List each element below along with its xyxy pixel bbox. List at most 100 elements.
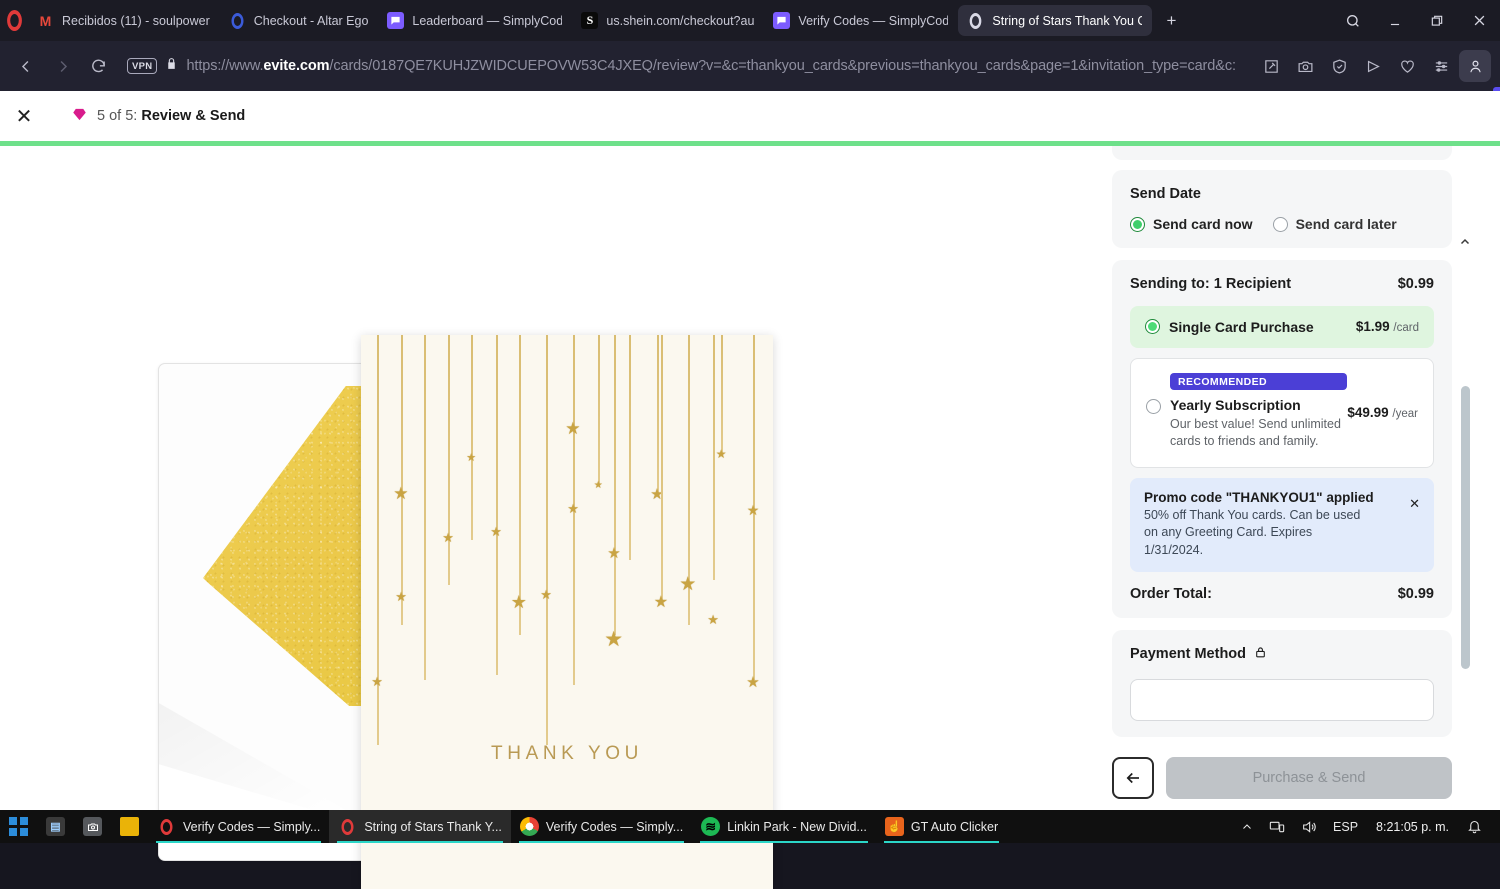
forward-nav-icon[interactable] <box>45 49 79 83</box>
taskbar-camera[interactable] <box>74 810 111 843</box>
radio-indicator <box>1130 216 1145 232</box>
reload-icon[interactable] <box>81 49 115 83</box>
card-greeting-text: THANK YOU <box>491 743 643 764</box>
tab-title: us.shein.com/checkout?au <box>606 13 755 28</box>
promo-title: Promo code "THANKYOU1" applied <box>1144 489 1374 505</box>
clock[interactable]: 8:21:05 p. m. <box>1366 820 1459 834</box>
browser-tab[interactable]: Leaderboard — SimplyCod <box>378 5 572 36</box>
chevron-up-icon[interactable] <box>1233 810 1261 843</box>
star-glyph: ★ <box>679 574 697 595</box>
taskbar-item-label: Verify Codes — Simply... <box>545 819 684 834</box>
radio-send-card-now[interactable]: Send card now <box>1130 216 1253 232</box>
payment-method-label: Payment Method <box>1130 646 1247 663</box>
browser-tab[interactable]: S us.shein.com/checkout?au <box>572 5 764 36</box>
shein-icon: S <box>581 12 599 29</box>
payment-method-input[interactable] <box>1130 678 1434 721</box>
browser-tab[interactable]: Checkout - Altar Ego <box>220 5 379 36</box>
browser-tab[interactable]: Verify Codes — SimplyCod <box>764 5 958 36</box>
vpn-badge[interactable]: VPN <box>127 58 158 74</box>
sidebar-scroll-region[interactable]: Send Date Send card now Send card later <box>1100 146 1500 746</box>
radio-indicator <box>1272 216 1288 232</box>
opera-logo-icon <box>0 0 28 41</box>
tab-title: String of Stars Thank You C <box>992 13 1143 28</box>
profile-icon[interactable] <box>1459 50 1491 82</box>
language-indicator[interactable]: ESP <box>1325 810 1366 843</box>
address-bar-icons <box>1255 50 1491 82</box>
star-glyph: ★ <box>395 589 407 604</box>
volume-icon[interactable] <box>1293 810 1325 843</box>
option-name: Single Card Purchase <box>1169 319 1314 335</box>
minimize-icon[interactable] <box>1374 0 1416 41</box>
star-glyph: ★ <box>510 592 527 612</box>
purchase-option-single-card[interactable]: Single Card Purchase $1.99 /card <box>1130 306 1434 348</box>
back-nav-icon[interactable] <box>9 49 43 83</box>
send-icon[interactable] <box>1357 50 1389 82</box>
taskbar-item[interactable]: Verify Codes — Simply... <box>148 810 329 843</box>
option-left: Yearly Subscription Our best value! Send… <box>1146 397 1347 451</box>
close-flow-button[interactable]: ✕ <box>0 91 48 141</box>
new-tab-button[interactable]: + <box>1158 8 1184 34</box>
lock-icon <box>1254 646 1267 663</box>
star-string <box>721 335 723 455</box>
step-counter: 5 of 5: <box>97 108 142 124</box>
option-price-amount: $1.99 <box>1355 319 1390 334</box>
send-date-title: Send Date <box>1130 186 1201 202</box>
browser-tab-active[interactable]: String of Stars Thank You C <box>958 5 1153 36</box>
browser-tab[interactable]: M Recibidos (11) - soulpower <box>28 5 220 36</box>
close-icon[interactable] <box>1458 0 1500 41</box>
radio-send-card-later[interactable]: Send card later <box>1272 216 1397 232</box>
taskbar-file-explorer[interactable] <box>111 810 148 843</box>
taskbar-item[interactable]: ≋ Linkin Park - New Divid... <box>692 810 876 843</box>
star-string <box>661 335 663 600</box>
bell-icon[interactable] <box>1459 810 1490 843</box>
sending-to-label: Sending to: 1 Recipient <box>1130 276 1292 292</box>
page-header: ✕ 5 of 5: Review & Send <box>0 91 1500 141</box>
greeting-card-preview[interactable]: ★ ★ ★ ★ ★ ★ ★ ★ ★ ★ ★ ★ ★ ★ ★ ★ ★ ★ ★ ★ THANK YOU <box>361 335 773 889</box>
network-icon[interactable] <box>1261 810 1293 843</box>
search-icon[interactable] <box>1332 0 1374 41</box>
sliders-icon[interactable] <box>1425 50 1457 82</box>
opera-icon <box>338 817 357 836</box>
address-bar: VPN https://www.evite.com/cards/0187QE7K… <box>0 41 1500 127</box>
option-name: Yearly Subscription <box>1170 397 1301 413</box>
purchase-option-yearly-subscription[interactable]: RECOMMENDED Yearly Subscription Our best… <box>1130 358 1434 468</box>
promo-dismiss-button[interactable]: ✕ <box>1409 496 1420 512</box>
radio-indicator <box>1146 399 1161 414</box>
order-total-amount: $0.99 <box>1397 585 1434 602</box>
restore-icon[interactable] <box>1416 0 1458 41</box>
scroll-up-chevron-icon[interactable] <box>1457 234 1473 250</box>
taskbar-item[interactable]: Verify Codes — Simply... <box>511 810 692 843</box>
simplycodes-icon <box>773 12 791 29</box>
edit-icon[interactable] <box>1255 50 1287 82</box>
option-price-amount: $49.99 <box>1347 405 1389 420</box>
heart-icon[interactable] <box>1391 50 1423 82</box>
taskbar-item-active[interactable]: String of Stars Thank Y... <box>329 810 511 843</box>
send-date-options: Send card now Send card later <box>1130 216 1434 232</box>
option-price-unit: /year <box>1392 408 1418 420</box>
back-button[interactable] <box>1112 757 1154 799</box>
start-button[interactable] <box>0 810 37 843</box>
promo-text-block: Promo code "THANKYOU1" applied 50% off T… <box>1144 490 1374 560</box>
taskbar-calculator[interactable]: ▤ <box>37 810 74 843</box>
purchase-and-send-button[interactable]: Purchase & Send <box>1166 757 1452 799</box>
order-total-row: Order Total: $0.99 <box>1130 586 1434 602</box>
radio-indicator <box>1145 319 1160 334</box>
option-left: Single Card Purchase <box>1145 319 1314 335</box>
star-glyph: ★ <box>715 447 727 461</box>
star-glyph: ★ <box>490 524 502 539</box>
option-body: Single Card Purchase <box>1169 319 1314 335</box>
page-scrollbar[interactable] <box>1496 146 1500 810</box>
star-string <box>546 335 548 745</box>
taskbar-item[interactable]: ☝ GT Auto Clicker <box>876 810 1007 843</box>
sidebar-scrollbar-thumb[interactable] <box>1461 386 1470 669</box>
star-glyph: ★ <box>746 502 760 518</box>
camera-icon[interactable] <box>1289 50 1321 82</box>
window-controls <box>1332 0 1500 41</box>
url-input[interactable]: VPN https://www.evite.com/cards/0187QE7K… <box>127 49 1247 83</box>
star-glyph: ★ <box>607 545 621 562</box>
card-preview-area: ★ ★ ★ ★ ★ ★ ★ ★ ★ ★ ★ ★ ★ ★ ★ ★ ★ ★ ★ ★ THANK YOU <box>0 146 1100 889</box>
shield-check-icon[interactable] <box>1323 50 1355 82</box>
tab-title: Leaderboard — SimplyCod <box>412 13 563 28</box>
star-glyph: ★ <box>707 612 719 627</box>
star-glyph: ★ <box>393 484 409 503</box>
